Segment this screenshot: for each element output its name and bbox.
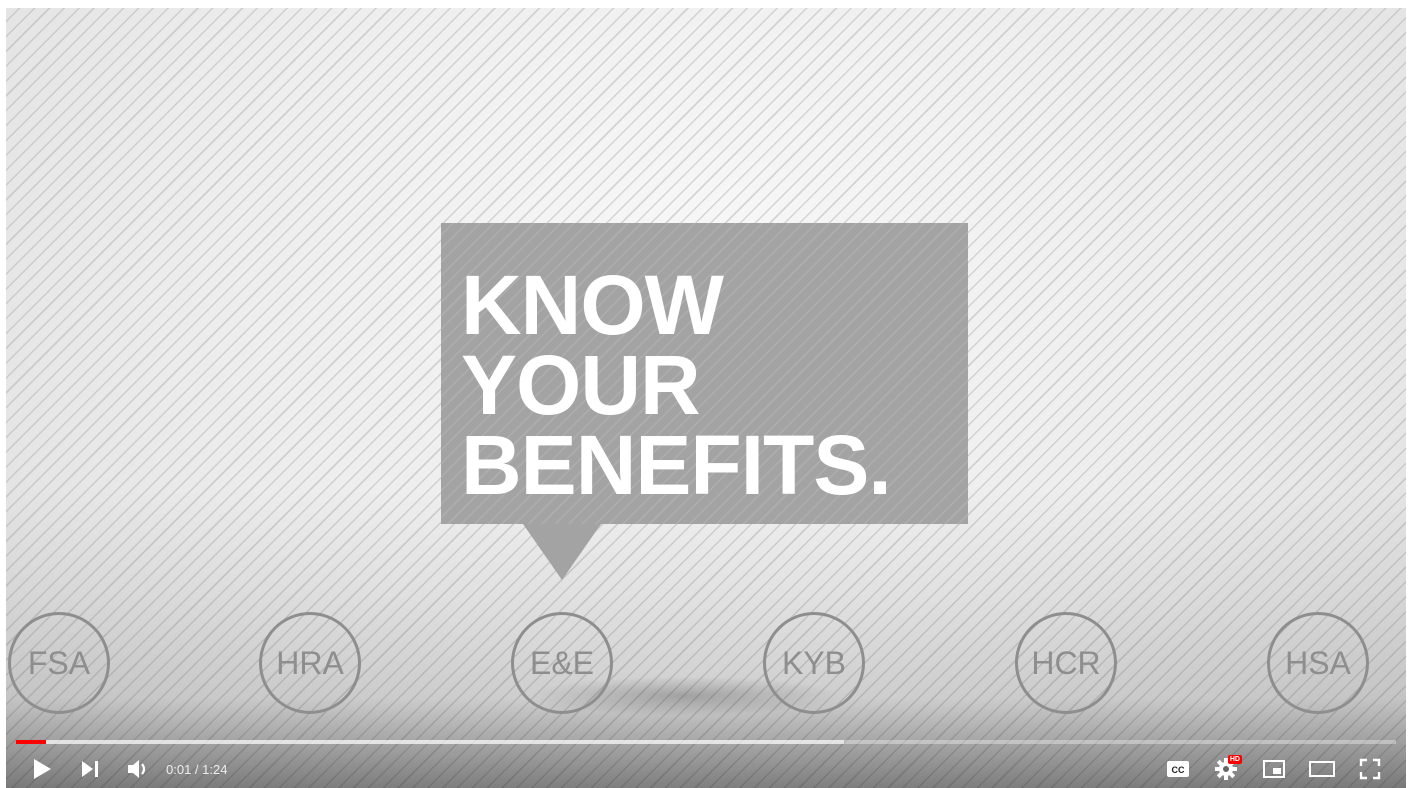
headline-line: BENEFITS.: [461, 418, 892, 512]
play-icon: [34, 759, 51, 779]
progress-bar[interactable]: [16, 740, 1396, 744]
video-player[interactable]: KNOW YOUR BENEFITS. FSA HRA E&E KYB HCR …: [6, 8, 1406, 788]
fullscreen-icon: [1359, 758, 1381, 780]
volume-button[interactable]: [114, 751, 162, 787]
theater-mode-icon: [1309, 761, 1335, 777]
next-icon: [82, 761, 98, 777]
captions-icon: CC: [1167, 761, 1189, 777]
fullscreen-button[interactable]: [1346, 751, 1394, 787]
circle-label-ee: E&E: [511, 612, 613, 714]
play-button[interactable]: [18, 751, 66, 787]
progress-buffered: [16, 740, 844, 744]
player-controls: 0:01 / 1:24 CC HD: [6, 750, 1406, 788]
settings-button[interactable]: HD: [1202, 751, 1250, 787]
captions-button[interactable]: CC: [1154, 751, 1202, 787]
miniplayer-button[interactable]: [1250, 751, 1298, 787]
next-button[interactable]: [66, 751, 114, 787]
circle-label-hsa: HSA: [1267, 612, 1369, 714]
left-controls: 0:01 / 1:24: [18, 751, 227, 787]
headline-line: KNOW: [461, 258, 724, 352]
circle-label-hra: HRA: [259, 612, 361, 714]
right-controls: CC HD: [1154, 751, 1394, 787]
volume-icon: [128, 760, 146, 778]
circle-label-hcr: HCR: [1015, 612, 1117, 714]
time-display: 0:01 / 1:24: [166, 761, 228, 777]
headline-text: KNOW YOUR BENEFITS.: [461, 258, 892, 512]
headline-line: YOUR: [461, 338, 701, 432]
miniplayer-icon: [1263, 760, 1285, 778]
headline-speech-bubble: KNOW YOUR BENEFITS.: [441, 223, 968, 524]
progress-played: [16, 740, 47, 744]
hd-badge: HD: [1227, 755, 1242, 764]
captions-label: CC: [1172, 765, 1185, 775]
theater-mode-button[interactable]: [1298, 751, 1346, 787]
speech-bubble-tail: [523, 524, 601, 580]
circle-label-kyb: KYB: [763, 612, 865, 714]
circle-label-fsa: FSA: [8, 612, 110, 714]
